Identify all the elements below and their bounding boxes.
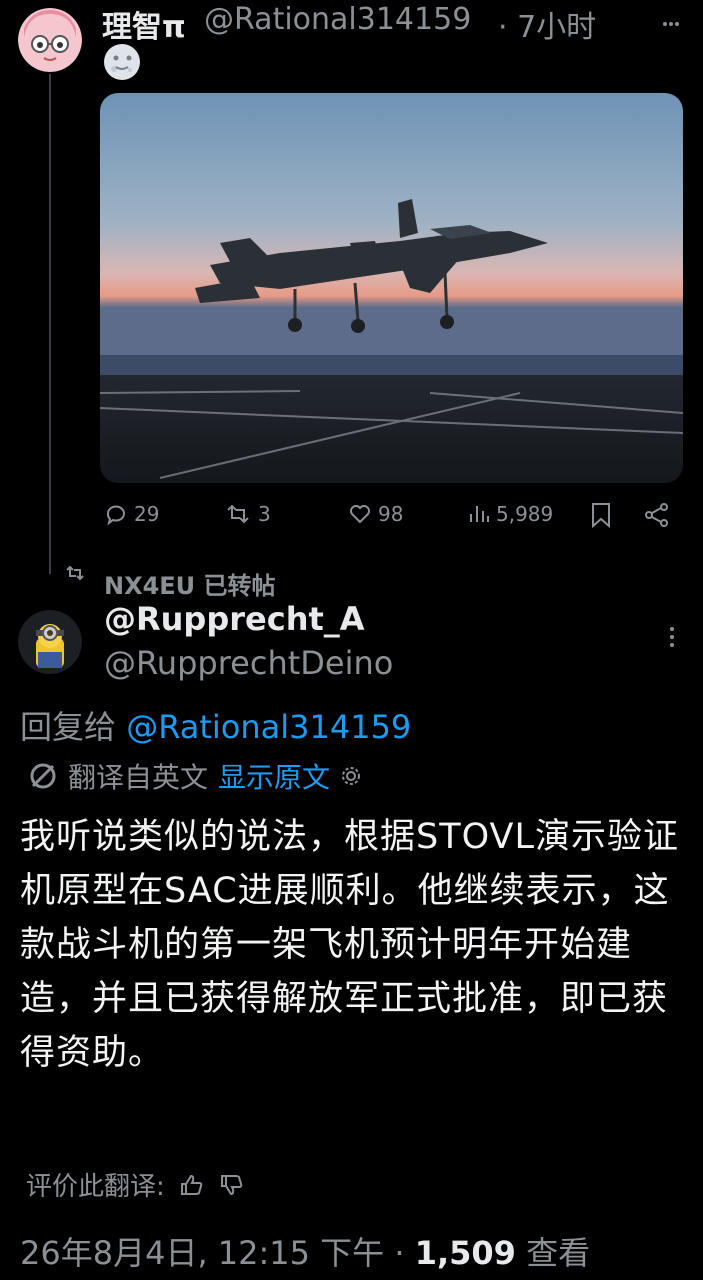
translate-icon	[30, 763, 56, 789]
repost-banner[interactable]: NX4EU 已转帖	[104, 566, 276, 601]
like-button[interactable]: 98	[348, 502, 403, 526]
avatar-rupprecht[interactable]	[18, 610, 82, 674]
tweet-media-image[interactable]	[100, 93, 683, 483]
more-options-icon[interactable]	[662, 12, 680, 38]
repost-count: 3	[258, 502, 271, 526]
thread-connector	[49, 74, 51, 574]
like-count: 98	[378, 502, 404, 526]
tweet-metadata: 26年8月4日, 12:15 下午 · 1,509 查看	[20, 1228, 590, 1274]
reply-icon	[106, 505, 125, 526]
reply-handle-link[interactable]: @Rational314159	[126, 708, 411, 746]
reply-button[interactable]: 29	[104, 502, 159, 526]
tweet-emoji	[102, 42, 142, 91]
view-label: 查看	[526, 1234, 591, 1272]
show-original-link[interactable]: 显示原文	[218, 756, 330, 796]
repost-button[interactable]: 3	[224, 502, 271, 526]
more-options-vertical-icon[interactable]	[668, 626, 676, 652]
avatar-rational[interactable]	[18, 8, 82, 72]
share-icon[interactable]	[644, 502, 670, 533]
view-count: 1,509	[414, 1234, 516, 1272]
moon-face-icon	[104, 44, 140, 80]
display-name[interactable]: @Rupprecht_A	[104, 600, 365, 638]
thumbs-up-icon[interactable]	[179, 1173, 205, 1197]
reply-context: 回复给 @Rational314159	[20, 702, 411, 748]
translated-label: 翻译自英文	[68, 761, 209, 794]
rate-label: 评价此翻译:	[26, 1172, 165, 1202]
translation-bar: 翻译自英文 显示原文	[28, 756, 362, 796]
gear-icon[interactable]	[340, 765, 362, 787]
rate-translation: 评价此翻译:	[26, 1166, 245, 1203]
tweet-action-bar: 29 3 98 5,989	[100, 500, 683, 532]
bookmark-icon[interactable]	[590, 502, 612, 533]
views-count: 5,989	[496, 502, 554, 526]
user-handle[interactable]: @RupprechtDeino	[104, 644, 393, 682]
thumbs-down-icon[interactable]	[219, 1173, 245, 1197]
heart-icon	[350, 505, 370, 524]
post-date[interactable]: 26年8月4日, 12:15 下午 ·	[20, 1234, 405, 1272]
reply-count: 29	[134, 502, 160, 526]
repost-icon	[227, 504, 249, 524]
tweet-time[interactable]: · 7小时	[498, 2, 596, 46]
user-handle[interactable]: @Rational314159	[204, 2, 471, 37]
display-name[interactable]: 理智π	[102, 2, 186, 46]
views-button[interactable]: 5,989	[468, 502, 553, 526]
views-chart-icon	[470, 506, 489, 522]
reply-prefix: 回复给	[20, 708, 117, 746]
repost-banner-icon	[64, 564, 86, 586]
tweet-body-text: 我听说类似的说法，根据STOVL演示验证机原型在SAC进展顺利。他继续表示，这款…	[20, 817, 679, 1073]
